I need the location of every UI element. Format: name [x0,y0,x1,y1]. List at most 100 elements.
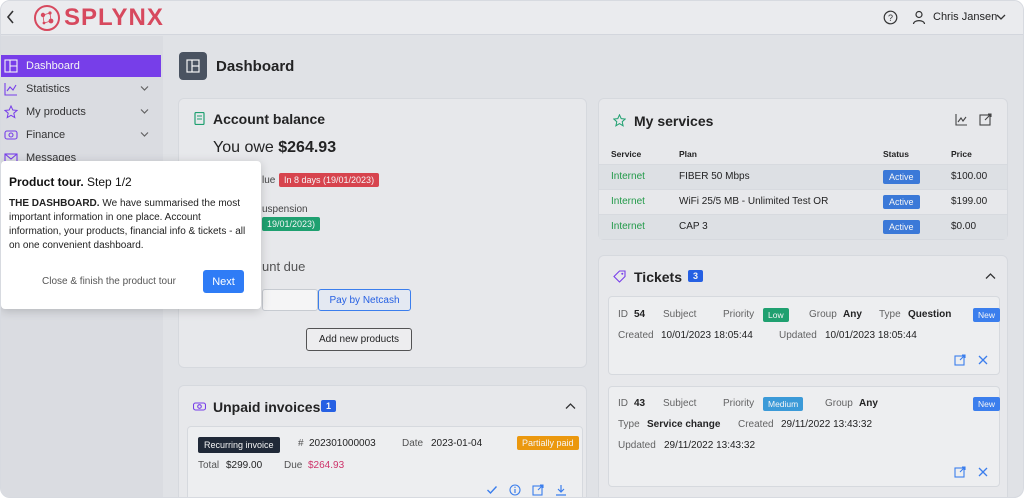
ticket-updated: 29/11/2022 13:43:32 [664,440,756,451]
sidebar-item-dashboard[interactable]: Dashboard [1,55,161,77]
chevron-down-icon[interactable] [996,13,1006,21]
info-icon[interactable] [509,484,521,496]
pay-by-netcash-button[interactable]: Pay by Netcash [318,289,411,311]
ticket-type-label: Type [618,419,640,430]
star-icon [613,114,626,127]
tour-title-step: Step 1/2 [83,175,132,189]
ticket-created-label: Created [738,419,774,430]
chart-icon [4,83,17,96]
sidebar-item-my-products[interactable]: My products [1,101,161,123]
sidebar-item-label: Dashboard [26,60,80,72]
amount-due-label-fragment: unt due [262,259,306,274]
user-icon[interactable] [912,10,926,25]
ticket-type: Service change [647,419,721,430]
ticket-item[interactable]: ID 43 Subject Priority Medium Group Any … [608,386,1001,487]
ticket-updated-label: Updated [779,330,817,341]
brand-logo[interactable]: SPLYNX [33,3,164,33]
external-link-icon[interactable] [532,484,544,496]
chevron-up-icon[interactable] [985,272,996,280]
table-row[interactable]: Internet FIBER 50 Mbps Active $100.00 [599,164,1007,189]
table-row[interactable]: Internet WiFi 25/5 MB - Unlimited Test O… [599,189,1007,214]
user-menu-name[interactable]: Chris Jansen [933,11,997,23]
unpaid-invoices-title: Unpaid invoices [213,399,321,415]
my-services-title: My services [634,113,714,129]
invoice-due: $264.93 [308,460,345,471]
external-link-icon[interactable] [954,354,966,366]
money-icon [193,402,206,411]
priority-badge: Low [763,308,789,322]
tickets-card: Tickets 3 ID 54 Subject Priority Low Gro… [598,255,1008,497]
suspension-date-badge: 19/01/2023) [262,217,321,231]
invoice-date: 2023-01-04 [431,438,483,449]
ticket-item[interactable]: ID 54 Subject Priority Low Group Any Typ… [608,296,1001,375]
chart-icon[interactable] [955,113,968,126]
close-tour-link[interactable]: Close & finish the product tour [42,276,176,287]
ticket-group: Any [843,309,862,320]
plan-name: WiFi 25/5 MB - Unlimited Test OR [679,196,829,207]
chevron-down-icon [140,86,149,91]
back-arrow-icon[interactable] [5,9,17,25]
status-badge: Active [883,195,920,209]
service-link[interactable]: Internet [611,171,645,182]
ticket-id: 54 [634,309,646,320]
page-title-icon [179,52,207,80]
invoice-item: Recurring invoice # 202301000003 Date 20… [187,426,583,497]
tickets-title: Tickets [634,269,682,285]
app-frame: SPLYNX ? Chris Jansen Dashboard Statisti… [0,0,1024,498]
services-table-header: Service Plan Status Price [599,147,1007,163]
price: $199.00 [951,196,988,207]
close-icon[interactable] [977,466,989,478]
ticket-group-label: Group [825,398,853,409]
tickets-count-badge: 3 [688,270,704,282]
ticket-created: 29/11/2022 13:43:32 [781,419,873,430]
next-button[interactable]: Next [203,270,244,293]
tour-body: THE DASHBOARD. We have summarised the mo… [9,197,253,253]
add-new-products-button[interactable]: Add new products [306,328,412,351]
invoice-type-tag: Recurring invoice [198,437,280,453]
ticket-group-label: Group [809,309,837,320]
ticket-group: Any [859,398,878,409]
sidebar-item-label: Statistics [26,83,71,95]
help-icon[interactable]: ? [883,10,898,25]
splynx-logo-icon [34,5,60,31]
ticket-subject-label: Subject [663,398,697,409]
sidebar-item-label: My products [26,106,86,118]
invoice-total: $299.00 [226,460,263,471]
tour-body-heading: THE DASHBOARD. [9,198,100,209]
brand-name: SPLYNX [64,4,164,31]
ticket-created-label: Created [618,330,654,341]
service-link[interactable]: Internet [611,196,645,207]
owe-amount: $264.93 [278,139,337,156]
ticket-subject-label: Subject [663,309,697,320]
sidebar-item-statistics[interactable]: Statistics [1,78,161,100]
external-link-icon[interactable] [979,113,992,126]
svg-text:?: ? [888,13,893,23]
product-tour-popover: Product tour. Step 1/2 THE DASHBOARD. We… [1,161,261,309]
plan-name: CAP 3 [679,221,708,232]
ticket-updated-label: Updated [618,440,656,451]
priority-badge: Medium [763,397,804,411]
invoice-due-label: Due [284,460,303,471]
invoice-total-label: Total [198,460,220,471]
invoice-status-badge: Partially paid [517,436,579,450]
dashboard-icon [186,59,200,73]
table-row[interactable]: Internet CAP 3 Active $0.00 [599,214,1007,239]
star-icon [4,105,18,119]
service-link[interactable]: Internet [611,221,645,232]
document-icon [194,112,205,125]
invoices-count-badge: 1 [321,400,337,412]
amount-input[interactable] [262,289,318,311]
column-header: Plan [679,149,697,159]
ticket-id-label: ID [618,309,628,320]
check-icon[interactable] [486,484,498,496]
chevron-up-icon[interactable] [565,402,576,410]
download-icon[interactable] [555,484,567,496]
external-link-icon[interactable] [954,466,966,478]
ticket-created: 10/01/2023 18:05:44 [661,330,753,341]
invoice-date-label: Date [402,438,424,449]
account-balance-title: Account balance [213,111,326,127]
close-icon[interactable] [977,354,989,366]
ticket-id: 43 [634,398,646,409]
tour-title: Product tour. Step 1/2 [9,175,132,189]
sidebar-item-finance[interactable]: Finance [1,124,161,146]
